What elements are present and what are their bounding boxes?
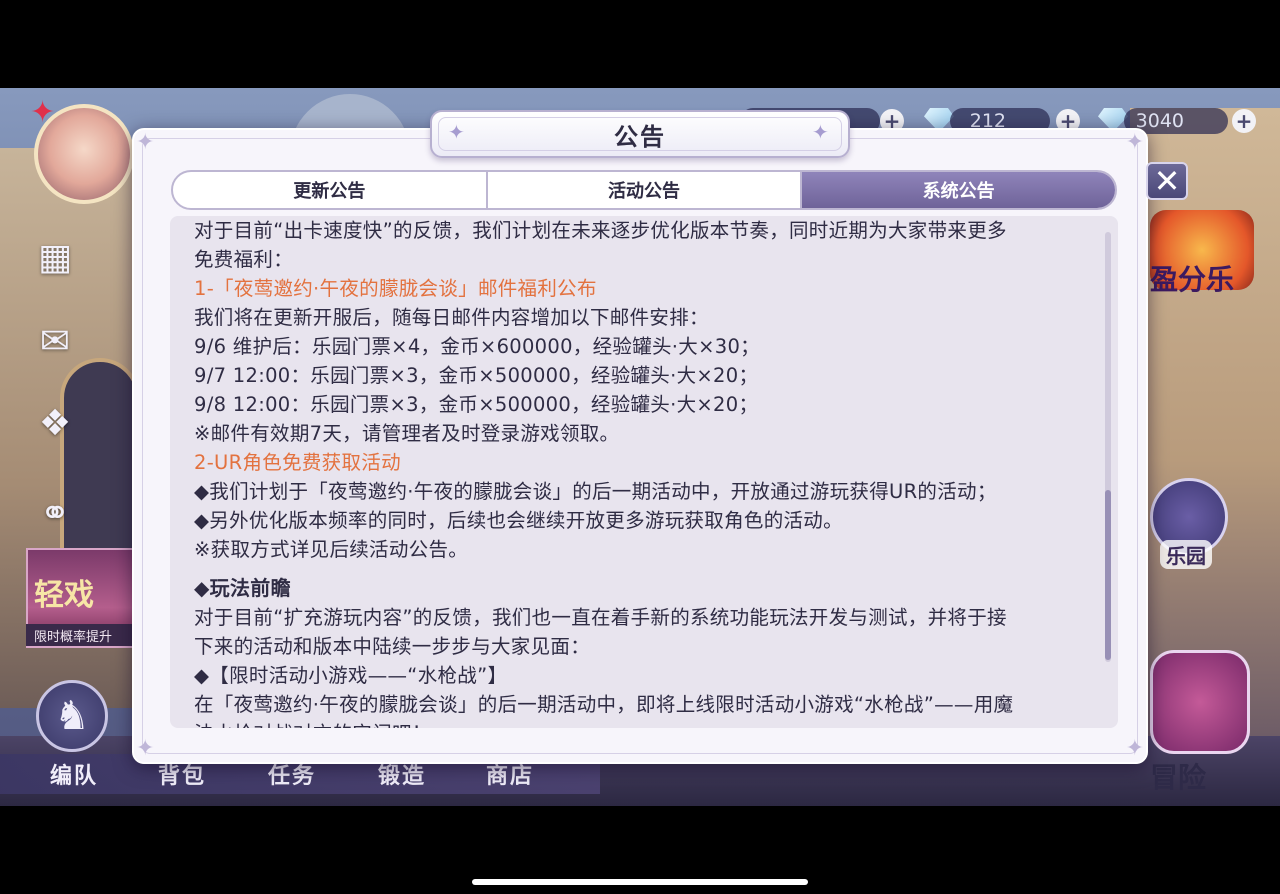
adventure-button[interactable] [1150, 650, 1250, 754]
content-line: 9/7 12:00：乐园门票×3，金币×500000，经验罐头·大×20； [194, 364, 759, 387]
corner-star-icon: ✦ [136, 130, 155, 155]
tab-update-notice[interactable]: 更新公告 [173, 172, 488, 208]
section-heading: ◆玩法前瞻 [194, 576, 291, 600]
corner-star-icon: ✦ [1125, 130, 1144, 155]
dialog-title: 公告 [614, 122, 666, 151]
tab-event-notice[interactable]: 活动公告 [488, 172, 803, 208]
currency-value-3: 3040 [1135, 110, 1184, 132]
adventure-label: 冒险 [1150, 761, 1207, 794]
content-line: 对于目前“扩充游玩内容”的反馈，我们也一直在着手新的系统功能玩法开发与测试，并将… [194, 606, 1007, 629]
sparkle-icon: ✦ [812, 120, 829, 144]
content-line: 下来的活动和版本中陆续一步步与大家见面： [194, 635, 591, 658]
content-line: ※获取方式详见后续活动公告。 [194, 538, 469, 561]
grid-menu-icon[interactable]: ▦ [30, 232, 80, 282]
content-line: 9/6 维护后：乐园门票×4，金币×600000，经验罐头·大×30； [194, 335, 760, 358]
content-line: 我们将在更新开服后，随每日邮件内容增加以下邮件安排： [194, 306, 709, 329]
nav-item-formation[interactable]: 编队 [50, 758, 98, 790]
handshake-icon[interactable]: ❖ [30, 398, 80, 448]
content-line: 1-「夜莺邀约·午夜的朦胧会谈」邮件福利公布 [194, 277, 597, 300]
announcement-tabs: 更新公告 活动公告 系统公告 [171, 170, 1117, 210]
content-line: ◆我们计划于「夜莺邀约·午夜的朦胧会谈」的后一期活动中，开放通过游玩获得UR的活… [194, 480, 997, 503]
announcement-text: 对于目前“出卡速度快”的反馈，我们计划在未来逐步优化版本节奏，同时近期为大家带来… [194, 216, 1094, 728]
home-indicator[interactable] [472, 879, 808, 885]
event-logo-text: 盈分乐 [1150, 263, 1235, 296]
currency-add-button-3[interactable]: + [1232, 109, 1256, 133]
content-line: ◆【限时活动小游戏——“水枪战”】 [194, 664, 508, 687]
close-button[interactable]: ✕ [1146, 162, 1188, 200]
banner-title: 轻戏 [34, 578, 94, 613]
content-line: 9/8 12:00：乐园门票×3，金币×500000，经验罐头·大×20； [194, 393, 759, 416]
banner-subtitle: 限时概率提升 [26, 624, 134, 646]
mail-icon[interactable]: ✉ [30, 316, 80, 366]
content-line: 在「夜莺邀约·午夜的朦胧会谈」的后一期活动中，即将上线限时活动小游戏“水枪战”—… [194, 693, 1014, 716]
knight-icon[interactable]: ♞ [36, 680, 108, 752]
content-line: ◆另外优化版本频率的同时，后续也会继续开放更多游玩获取角色的活动。 [194, 509, 843, 532]
announcement-content[interactable]: 对于目前“出卡速度快”的反馈，我们计划在未来逐步优化版本节奏，同时近期为大家带来… [170, 216, 1118, 728]
content-line: 2-UR角色免费获取活动 [194, 451, 401, 474]
sparkle-icon: ✦ [448, 120, 465, 144]
content-line: 对于目前“出卡速度快”的反馈，我们计划在未来逐步优化版本节奏，同时近期为大家带来… [194, 219, 1007, 242]
content-line: 法水枪对战对方的守门吧！ [194, 719, 1094, 728]
content-line: 免费福利： [194, 248, 294, 271]
corner-star-icon: ✦ [136, 736, 155, 761]
content-line: ※邮件有效期7天，请管理者及时登录游戏领取。 [194, 422, 620, 445]
scrollbar-thumb[interactable] [1105, 490, 1111, 660]
tab-system-notice[interactable]: 系统公告 [802, 172, 1115, 208]
balloon-icon[interactable]: ⚭ [30, 488, 80, 538]
star-icon: ✦ [30, 95, 56, 130]
letterbox-top [0, 0, 1280, 88]
corner-star-icon: ✦ [1125, 736, 1144, 761]
park-label: 乐园 [1160, 540, 1212, 569]
